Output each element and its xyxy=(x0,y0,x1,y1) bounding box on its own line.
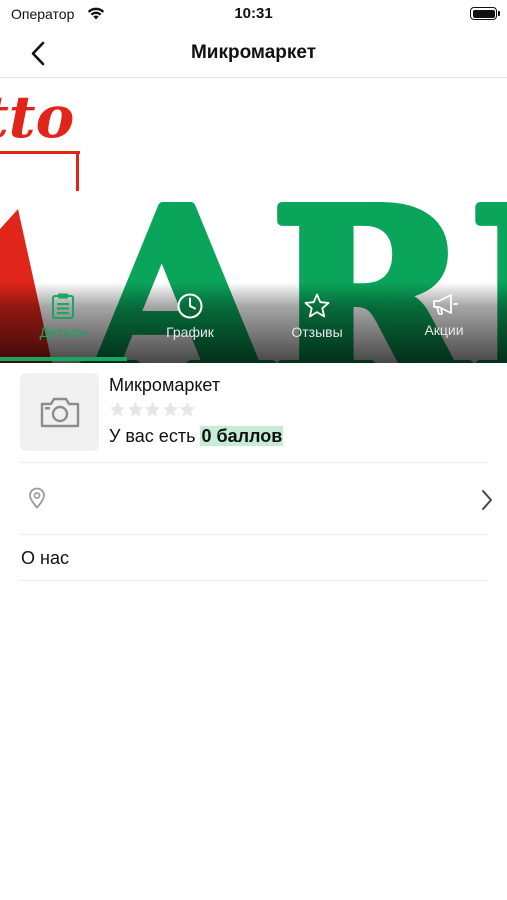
clock-icon xyxy=(177,293,203,319)
chevron-right-icon xyxy=(482,490,492,510)
divider xyxy=(20,580,487,581)
clipboard-icon xyxy=(52,293,74,319)
rating-star-icon xyxy=(144,401,161,417)
loyalty-points: У вас есть 0 баллов xyxy=(109,426,284,447)
clock: 10:31 xyxy=(234,5,273,22)
tab-details[interactable]: Детали xyxy=(0,290,126,354)
store-rating xyxy=(109,401,197,421)
tab-promotions-label: Акции xyxy=(424,322,464,338)
battery-icon xyxy=(470,7,500,20)
tab-details-label: Детали xyxy=(39,324,87,340)
tab-schedule-label: График xyxy=(166,324,214,340)
store-photo-placeholder[interactable] xyxy=(20,373,99,451)
about-label: О нас xyxy=(21,548,69,568)
rating-star-icon xyxy=(162,401,178,417)
points-value: 0 баллов xyxy=(200,426,284,446)
tab-promotions[interactable]: Акции xyxy=(381,290,507,354)
rating-star-icon xyxy=(127,401,143,417)
divider xyxy=(20,534,487,535)
tab-reviews-label: Отзывы xyxy=(291,324,343,340)
store-name: Микромаркет xyxy=(109,375,221,395)
camera-icon xyxy=(40,397,80,428)
rating-star-icon xyxy=(109,401,126,417)
page-title: Микромаркет xyxy=(190,42,317,63)
tab-schedule[interactable]: График xyxy=(127,290,253,354)
active-tab-indicator xyxy=(0,357,127,361)
nav-bar: Микромаркет xyxy=(0,30,507,78)
about-row[interactable]: О нас xyxy=(0,536,507,580)
divider xyxy=(20,462,487,463)
location-pin-icon xyxy=(29,487,45,509)
megaphone-icon xyxy=(433,294,458,315)
address-row[interactable] xyxy=(0,464,507,534)
points-prefix: У вас есть xyxy=(109,426,196,446)
star-icon xyxy=(304,293,330,318)
tab-reviews[interactable]: Отзывы xyxy=(254,290,380,354)
status-bar: Оператор 10:31 xyxy=(0,0,507,30)
banner-text-top: tto xyxy=(0,83,74,151)
rating-star-icon xyxy=(179,401,196,417)
